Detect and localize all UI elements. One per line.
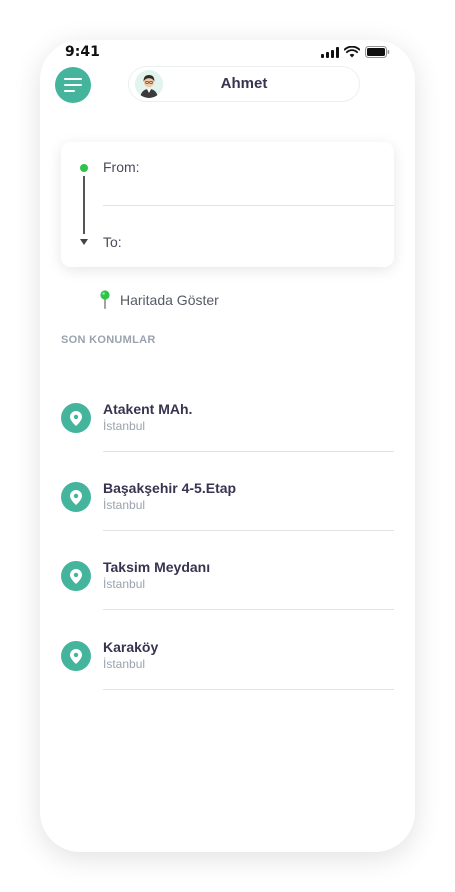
recent-location-item[interactable]: Karaköy İstanbul [61,639,394,699]
location-pin-icon [61,561,91,591]
route-divider [103,205,394,206]
hamburger-menu-icon [64,78,82,92]
location-name: Başakşehir 4-5.Etap [103,480,237,496]
menu-button[interactable] [55,67,91,103]
location-name: Taksim Meydanı [103,559,211,575]
location-city: İstanbul [103,498,146,512]
recent-location-item[interactable]: Başakşehir 4-5.Etap İstanbul [61,480,394,540]
recent-location-item[interactable]: Taksim Meydanı İstanbul [61,559,394,619]
battery-icon [365,46,390,58]
location-name: Karaköy [103,639,159,655]
location-city: İstanbul [103,657,146,671]
route-line [83,176,85,234]
location-divider [103,689,394,690]
status-time: 9:41 [65,44,100,60]
status-icons [321,46,390,58]
from-field[interactable]: From: [103,159,394,179]
origin-dot-icon [80,164,88,172]
user-profile-pill[interactable]: Ahmet [128,66,360,102]
recent-locations-title: SON KONUMLAR [61,334,156,346]
location-name: Atakent MAh. [103,401,193,417]
location-pin-icon [61,641,91,671]
user-name: Ahmet [220,75,268,92]
location-city: İstanbul [103,577,146,591]
destination-arrow-icon [80,239,88,245]
location-pin-icon [61,482,91,512]
map-pin-icon [100,290,110,309]
recent-location-item[interactable]: Atakent MAh. İstanbul [61,401,394,461]
show-on-map-label: Haritada Göster [120,292,219,308]
cellular-signal-icon [321,46,339,58]
show-on-map-link[interactable]: Haritada Göster [100,290,219,310]
route-card: From: To: [61,142,394,267]
location-pin-icon [61,403,91,433]
location-divider [103,609,394,610]
phone-screen: 9:41 Ahmet From: To: Haritada Göster SON… [40,40,415,852]
location-divider [103,451,394,452]
location-city: İstanbul [103,419,146,433]
location-divider [103,530,394,531]
to-field[interactable]: To: [103,234,394,254]
wifi-icon [344,46,360,58]
